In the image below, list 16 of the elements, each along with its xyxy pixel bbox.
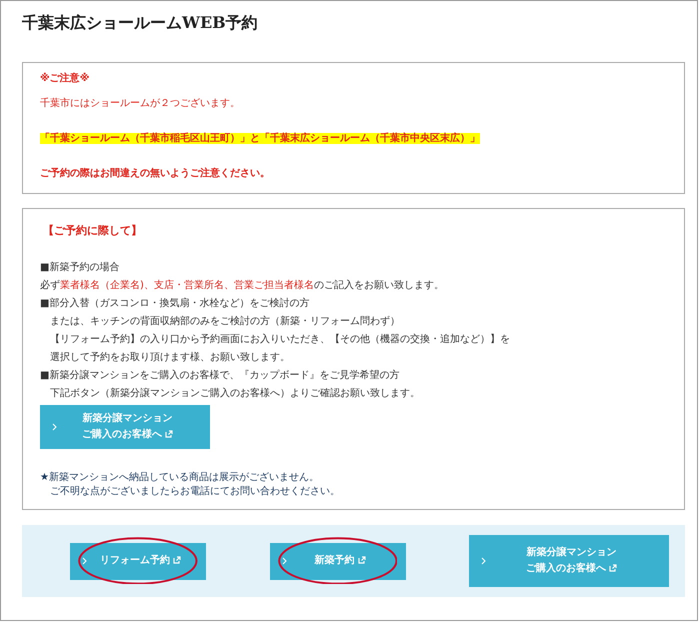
note-text: ★新築マンションへ納品している商品は展示がございません。 <box>40 471 319 485</box>
notice-heading: ※ご注意※ <box>40 73 90 84</box>
notice-text: 千葉市にはショールームが２つございます。 <box>40 98 240 109</box>
guide-text: または、キッチンの背面収納部のみをご検討の方（新築・リフォーム問わず） <box>49 314 400 329</box>
guide-text: ■新築分譲マンションをご購入のお客様で、『カップボード』をご見学希望の方 <box>40 368 400 383</box>
guide-text: 選択して予約をお取り頂けます様、お願い致します。 <box>49 350 290 365</box>
page-title: 千葉末広ショールームWEB予約 <box>22 12 258 34</box>
highlighted-text: 「千葉ショールーム（千葉市稲毛区山王町）」と「千葉末広ショールーム（千葉市中央区末広）」 <box>40 133 480 144</box>
guide-text: 【リフォーム予約】の入り口から予約画面にお入りいただき、【その他（機器の交換・追加など）】を <box>49 332 510 347</box>
section-heading: 【ご予約に際して】 <box>43 223 142 239</box>
guide-text: ■部分入替（ガスコンロ・換気扇・水栓など）をご検討の方 <box>40 296 310 311</box>
note-text: ご不明な点がございましたらお電話にてお問い合わせください。 <box>49 485 340 499</box>
guide-text: ■新築予約の場合 <box>40 260 120 275</box>
guide-text: 下記ボタン（新築分譲マンションご購入のお客様へ）よりご確認お願い致します。 <box>49 386 420 401</box>
notice-text: ご予約の際はお間違えの無いようご注意ください。 <box>40 168 270 179</box>
guide-text: 必ず業者様名（企業名)、支店・営業所名、営業ご担当者様名のご記入をお願い致します。 <box>40 278 444 293</box>
